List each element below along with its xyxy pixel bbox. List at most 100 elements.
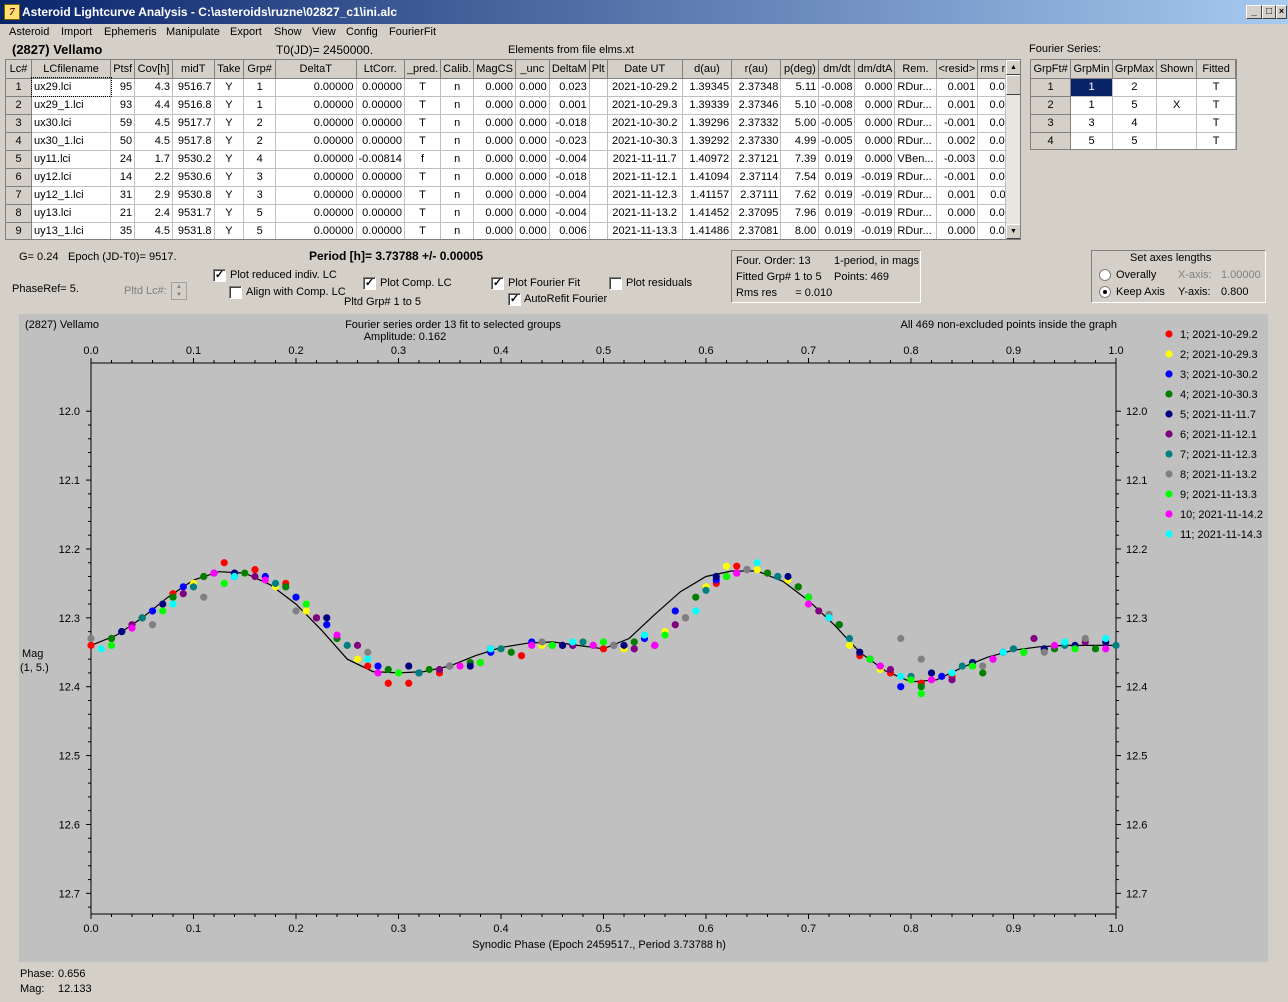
row-header[interactable]: 3: [1031, 114, 1072, 133]
table-cell[interactable]: ux30_1.lci: [31, 132, 112, 151]
table-cell[interactable]: 4: [243, 150, 276, 169]
table-row[interactable]: 6 uy12.lci 14 2.2 9530.6 Y 3 0.00000 0.00000 Tn 0.…: [6, 168, 1020, 187]
table-cell[interactable]: T: [404, 222, 442, 239]
table-cell[interactable]: [1156, 114, 1198, 133]
fourier-column-header[interactable]: Shown: [1156, 60, 1198, 79]
table-cell[interactable]: 4.4: [134, 96, 173, 115]
table-row[interactable]: 7 uy12_1.lci 31 2.9 9530.8 Y 3 0.00000 0.00000 Tn…: [6, 186, 1020, 205]
table-cell[interactable]: 7.39: [780, 150, 820, 169]
lc-column-header[interactable]: Ptsf: [110, 60, 136, 79]
table-cell[interactable]: n: [440, 96, 475, 115]
row-header[interactable]: 2: [1031, 96, 1072, 115]
keep-axis-radio[interactable]: [1099, 286, 1111, 298]
table-cell[interactable]: 0.006: [549, 222, 590, 239]
table-cell[interactable]: RDur...: [894, 168, 937, 187]
menu-manipulate[interactable]: Manipulate: [166, 26, 220, 38]
table-cell[interactable]: 0.000: [854, 78, 896, 97]
table-cell[interactable]: 0.019: [818, 222, 856, 239]
table-cell[interactable]: uy12_1.lci: [31, 186, 112, 205]
table-cell[interactable]: 4.99: [780, 132, 820, 151]
lc-column-header[interactable]: d(au): [682, 60, 733, 79]
table-cell[interactable]: Y: [214, 78, 245, 97]
table-cell[interactable]: n: [440, 78, 475, 97]
table-cell[interactable]: X: [1156, 96, 1198, 115]
table-cell[interactable]: 5.11: [780, 78, 820, 97]
table-cell[interactable]: 0.000: [515, 222, 550, 239]
table-cell[interactable]: [589, 150, 608, 169]
fourier-series-table[interactable]: GrpFt# GrpMin GrpMax Shown Fitted 112T215XT3…: [1030, 59, 1237, 150]
table-cell[interactable]: [589, 204, 608, 223]
lc-column-header[interactable]: midT: [172, 60, 215, 79]
table-cell[interactable]: 0.00000: [356, 168, 405, 187]
table-cell[interactable]: 0.000: [473, 96, 516, 115]
table-cell[interactable]: -0.019: [854, 186, 896, 205]
table-cell[interactable]: 9516.7: [172, 78, 215, 97]
table-cell[interactable]: 0.000: [936, 222, 979, 239]
table-cell[interactable]: 5: [1112, 96, 1158, 115]
table-cell[interactable]: -0.004: [549, 150, 590, 169]
scroll-down-arrow-icon[interactable]: ▼: [1006, 224, 1020, 239]
table-cell[interactable]: 5.00: [780, 114, 820, 133]
table-cell[interactable]: n: [440, 204, 475, 223]
table-cell[interactable]: T: [1196, 114, 1236, 133]
table-cell[interactable]: 0.000: [473, 186, 516, 205]
row-header[interactable]: 4: [1031, 132, 1072, 149]
table-cell[interactable]: uy13_1.lci: [31, 222, 112, 239]
table-cell[interactable]: 2.37330: [731, 132, 782, 151]
table-cell[interactable]: 2.37114: [731, 168, 782, 187]
menu-view[interactable]: View: [312, 26, 336, 38]
table-cell[interactable]: T: [404, 132, 442, 151]
table-cell[interactable]: uy12.lci: [31, 168, 112, 187]
table-cell[interactable]: 1.41452: [682, 204, 733, 223]
table-cell[interactable]: 2.37348: [731, 78, 782, 97]
table-cell[interactable]: 0.000: [515, 132, 550, 151]
table-cell[interactable]: T: [404, 168, 442, 187]
app-icon[interactable]: 7: [4, 4, 20, 20]
table-row[interactable]: 3 ux30.lci 59 4.5 9517.7 Y 2 0.00000 0.00000 Tn 0.…: [6, 114, 1020, 133]
table-cell[interactable]: T: [1196, 96, 1236, 115]
fourier-column-header[interactable]: GrpMin: [1070, 60, 1113, 79]
row-header[interactable]: 2: [6, 96, 32, 115]
table-cell[interactable]: 50: [110, 132, 136, 151]
table-cell[interactable]: 7.96: [780, 204, 820, 223]
fourier-row[interactable]: 455T: [1031, 132, 1236, 149]
table-cell[interactable]: 9530.2: [172, 150, 215, 169]
lc-column-header[interactable]: LCfilename: [31, 60, 112, 79]
table-cell[interactable]: 2.2: [134, 168, 173, 187]
table-cell[interactable]: 3: [243, 186, 276, 205]
table-cell[interactable]: -0.019: [854, 168, 896, 187]
table-cell[interactable]: RDur...: [894, 204, 937, 223]
table-cell[interactable]: n: [440, 168, 475, 187]
fourier-row[interactable]: 334T: [1031, 114, 1236, 133]
table-cell[interactable]: 1.41094: [682, 168, 733, 187]
table-cell[interactable]: n: [440, 186, 475, 205]
table-cell[interactable]: 5: [243, 204, 276, 223]
fourier-row[interactable]: 112T: [1031, 78, 1236, 97]
table-cell[interactable]: 2.37346: [731, 96, 782, 115]
table-cell[interactable]: T: [404, 78, 442, 97]
table-cell[interactable]: 31: [110, 186, 136, 205]
table-cell[interactable]: Y: [214, 204, 245, 223]
table-cell[interactable]: 0.000: [854, 96, 896, 115]
table-cell[interactable]: -0.001: [936, 168, 979, 187]
table-cell[interactable]: -0.018: [549, 168, 590, 187]
table-cell[interactable]: 2021-11-13.3: [607, 222, 683, 239]
table-cell[interactable]: ux30.lci: [31, 114, 112, 133]
table-cell[interactable]: 1.39296: [682, 114, 733, 133]
lc-column-header[interactable]: _unc: [515, 60, 550, 79]
table-cell[interactable]: 4.5: [134, 132, 173, 151]
table-cell[interactable]: 0.000: [473, 114, 516, 133]
table-cell[interactable]: 14: [110, 168, 136, 187]
table-cell[interactable]: 0.000: [473, 78, 516, 97]
table-cell[interactable]: 0.00000: [356, 222, 405, 239]
table-cell[interactable]: 95: [110, 78, 136, 97]
plot-fourier-checkbox[interactable]: ✓: [491, 277, 504, 290]
table-cell[interactable]: n: [440, 114, 475, 133]
table-cell[interactable]: 0.002: [936, 132, 979, 151]
fourier-column-header[interactable]: GrpMax: [1112, 60, 1158, 79]
table-cell[interactable]: 4.5: [134, 222, 173, 239]
table-cell[interactable]: Y: [214, 114, 245, 133]
pltd-lc-spinner[interactable]: ▲ ▼: [171, 282, 187, 300]
lc-column-header[interactable]: Calib.: [440, 60, 475, 79]
table-cell[interactable]: 2021-10-30.3: [607, 132, 683, 151]
